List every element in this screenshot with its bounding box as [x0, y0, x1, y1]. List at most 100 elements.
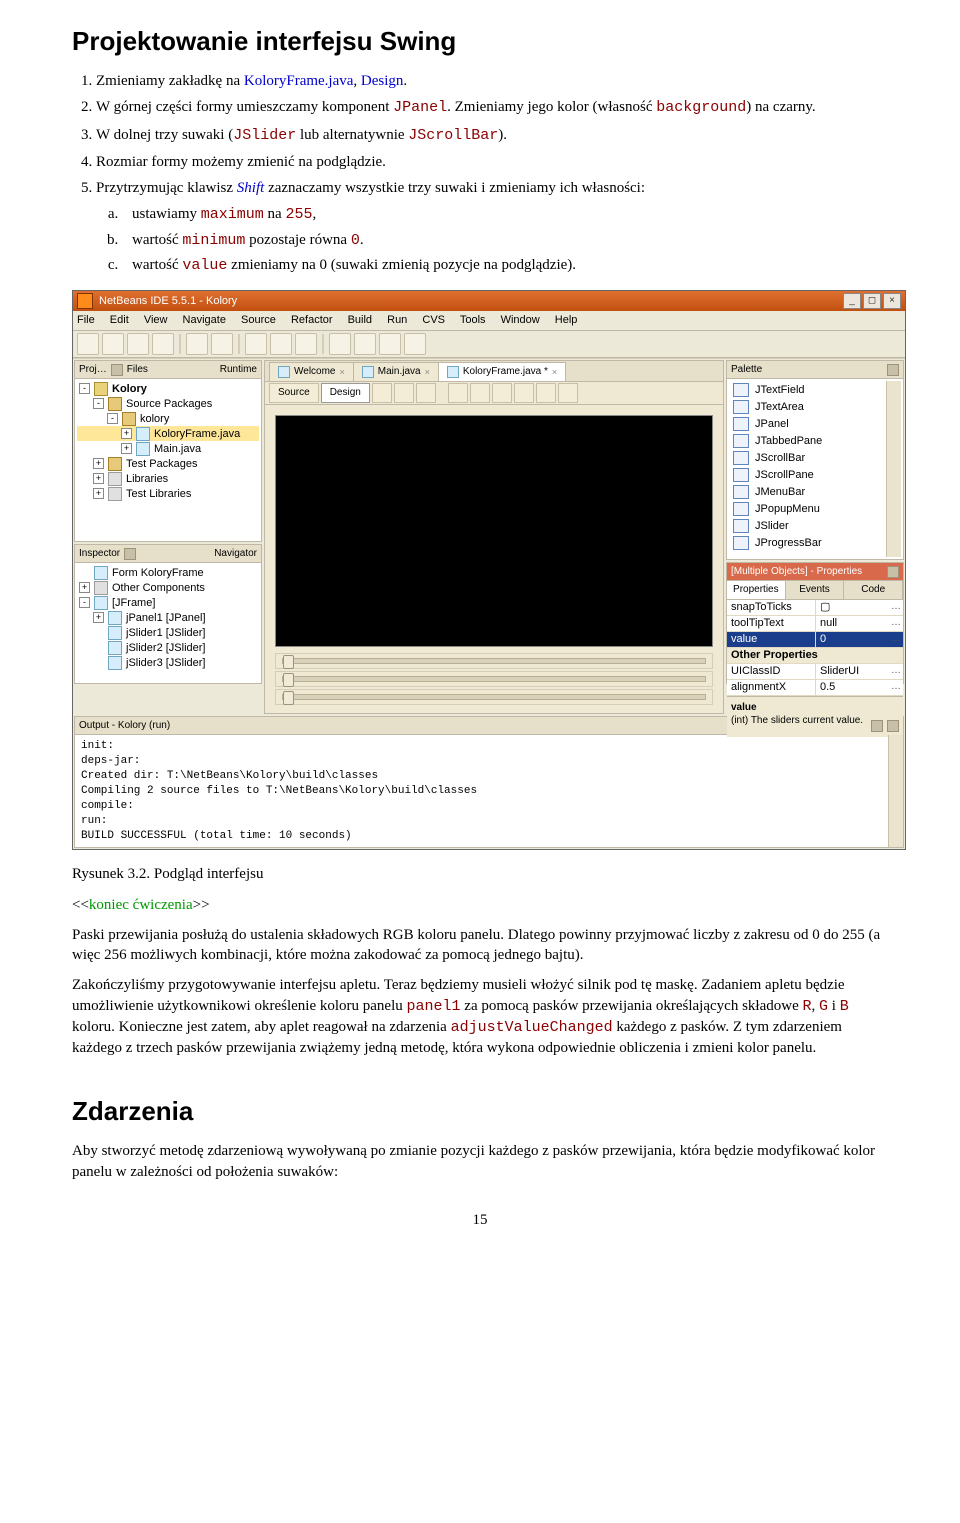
property-row[interactable]: alignmentX0.5 [727, 680, 903, 696]
tree-node[interactable]: +Test Packages [77, 456, 259, 471]
editor-tab-koloryframe[interactable]: KoloryFrame.java *× [438, 362, 566, 381]
projects-tree[interactable]: -Kolory -Source Packages-kolory+KoloryFr… [75, 379, 261, 541]
form-canvas-panel[interactable] [275, 415, 713, 647]
tab-nav-icon[interactable] [124, 548, 136, 560]
toolbar-button[interactable] [245, 333, 267, 355]
palette-item[interactable]: JProgressBar [729, 534, 886, 551]
source-button[interactable]: Source [269, 383, 319, 403]
menu-refactor[interactable]: Refactor [291, 314, 333, 326]
menu-run[interactable]: Run [387, 314, 407, 326]
tree-node[interactable]: -[JFrame] [77, 595, 259, 610]
pin-icon[interactable] [887, 364, 899, 376]
editor-tab-welcome[interactable]: Welcome× [269, 362, 354, 381]
tree-node[interactable]: +Main.java [77, 441, 259, 456]
design-button[interactable]: Design [321, 383, 370, 403]
tree-node[interactable]: +KoloryFrame.java [77, 426, 259, 441]
minimize-icon[interactable] [871, 720, 883, 732]
properties-grid[interactable]: snapToTicks▢toolTipTextnullvalue0Other P… [727, 600, 903, 696]
scrollbar[interactable] [888, 735, 903, 847]
align-icon[interactable] [514, 383, 534, 403]
property-value[interactable]: ▢ [816, 600, 903, 615]
twisty-icon[interactable]: + [93, 612, 104, 623]
align-icon[interactable] [492, 383, 512, 403]
twisty-icon[interactable]: + [93, 458, 104, 469]
toolbar-button[interactable] [77, 333, 99, 355]
property-row[interactable]: toolTipTextnull [727, 616, 903, 632]
menu-navigate[interactable]: Navigate [183, 314, 226, 326]
align-icon[interactable] [470, 383, 490, 403]
palette-item[interactable]: JTabbedPane [729, 432, 886, 449]
menu-help[interactable]: Help [555, 314, 578, 326]
palette-list[interactable]: JTextFieldJTextAreaJPanelJTabbedPane JScr… [727, 379, 903, 559]
toolbar-button[interactable] [211, 333, 233, 355]
design-tool-icon[interactable] [372, 383, 392, 403]
tab-files[interactable]: Files [127, 363, 148, 377]
tab-inspector[interactable]: Inspector [79, 547, 120, 561]
twisty-icon[interactable]: + [121, 428, 132, 439]
property-value[interactable]: 0 [816, 632, 903, 647]
tree-node[interactable]: jSlider2 [JSlider] [77, 640, 259, 655]
align-icon[interactable] [558, 383, 578, 403]
design-tool-icon[interactable] [394, 383, 414, 403]
twisty-icon[interactable]: - [93, 398, 104, 409]
menu-source[interactable]: Source [241, 314, 276, 326]
properties-tab[interactable]: Properties [727, 581, 786, 599]
editor-tab-main[interactable]: Main.java× [353, 362, 439, 381]
property-value[interactable]: SliderUI [816, 664, 903, 679]
twisty-icon[interactable]: + [121, 443, 132, 454]
design-tool-icon[interactable] [416, 383, 436, 403]
property-value[interactable]: null [816, 616, 903, 631]
palette-item[interactable]: JPopupMenu [729, 500, 886, 517]
property-row[interactable]: value0 [727, 632, 903, 648]
property-row[interactable]: Other Properties [727, 648, 903, 664]
slider-3[interactable] [275, 689, 713, 705]
palette-item[interactable]: JPanel [729, 415, 886, 432]
close-icon[interactable]: × [425, 366, 430, 378]
tab-runtime[interactable]: Runtime [220, 363, 257, 377]
close-icon[interactable]: × [340, 366, 345, 378]
tree-node[interactable]: +Test Libraries [77, 486, 259, 501]
tree-node[interactable]: -kolory [77, 411, 259, 426]
tab-projects[interactable]: Proj… [79, 363, 107, 377]
tree-node[interactable]: Form KoloryFrame [77, 565, 259, 580]
property-row[interactable]: UIClassIDSliderUI [727, 664, 903, 680]
toolbar-button[interactable] [186, 333, 208, 355]
align-icon[interactable] [536, 383, 556, 403]
twisty-icon[interactable]: + [93, 473, 104, 484]
project-root[interactable]: Kolory [112, 382, 147, 397]
palette-item[interactable]: JMenuBar [729, 483, 886, 500]
toolbar-button[interactable] [379, 333, 401, 355]
menu-window[interactable]: Window [501, 314, 540, 326]
scrollbar[interactable] [886, 381, 901, 557]
palette-item[interactable]: JScrollPane [729, 466, 886, 483]
menu-build[interactable]: Build [348, 314, 372, 326]
close-icon[interactable]: × [552, 366, 557, 378]
slider-1[interactable] [275, 653, 713, 669]
toolbar-button[interactable] [127, 333, 149, 355]
property-row[interactable]: snapToTicks▢ [727, 600, 903, 616]
menu-view[interactable]: View [144, 314, 168, 326]
minimize-button[interactable]: _ [843, 293, 861, 309]
tab-navigator[interactable]: Navigator [214, 547, 257, 561]
slider-2[interactable] [275, 671, 713, 687]
toolbar-button[interactable] [404, 333, 426, 355]
toolbar-button[interactable] [152, 333, 174, 355]
tree-node[interactable]: jSlider1 [JSlider] [77, 625, 259, 640]
twisty-icon[interactable]: - [107, 413, 118, 424]
toolbar-button[interactable] [270, 333, 292, 355]
twisty-icon[interactable]: - [79, 597, 90, 608]
palette-item[interactable]: JTextField [729, 381, 886, 398]
toolbar-button[interactable] [354, 333, 376, 355]
property-value[interactable]: 0.5 [816, 680, 903, 695]
palette-item[interactable]: JTextArea [729, 398, 886, 415]
tree-node[interactable]: -Source Packages [77, 396, 259, 411]
tree-node[interactable]: +jPanel1 [JPanel] [77, 610, 259, 625]
menu-cvs[interactable]: CVS [422, 314, 445, 326]
twisty-icon[interactable]: + [93, 488, 104, 499]
align-icon[interactable] [448, 383, 468, 403]
inspector-tree[interactable]: Form KoloryFrame+Other Components-[JFram… [75, 563, 261, 683]
tree-node[interactable]: jSlider3 [JSlider] [77, 655, 259, 670]
events-tab[interactable]: Events [786, 581, 845, 599]
toolbar-button[interactable] [295, 333, 317, 355]
menu-tools[interactable]: Tools [460, 314, 486, 326]
